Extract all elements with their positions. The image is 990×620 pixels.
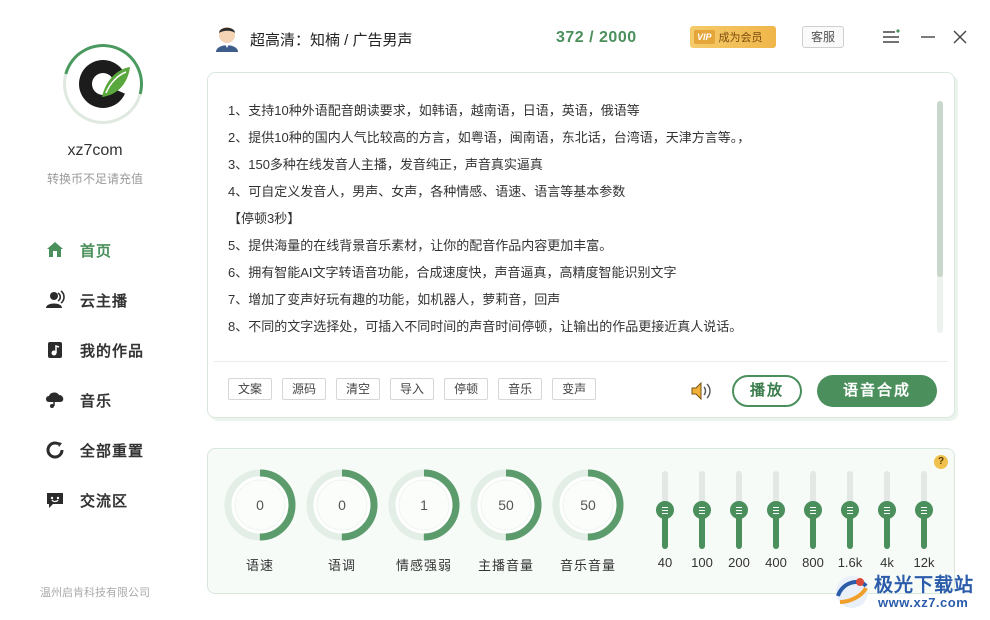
eq-thumb[interactable]: [878, 501, 896, 519]
speaker-icon[interactable]: [690, 380, 714, 402]
pause-marker[interactable]: 【停顿3秒】: [228, 205, 928, 232]
pause-button[interactable]: 停顿: [444, 378, 489, 400]
vip-label: 成为会员: [718, 32, 763, 44]
watermark-title: 极光下载站: [874, 575, 975, 596]
vip-button[interactable]: VIP 成为会员: [690, 26, 776, 48]
knob-label: 语速: [245, 558, 274, 573]
sidebar-item-label: 交流区: [80, 492, 129, 510]
sidebar-item-music[interactable]: 音乐: [44, 386, 144, 414]
text-line[interactable]: 2、提供10种的国内人气比较高的方言，如粤语，闽南语，东北话，台湾语，天津方言等…: [228, 124, 928, 151]
text-line[interactable]: 1、支持10种外语配音朗读要求，如韩语，越南语，日语，英语，俄语等: [228, 97, 928, 124]
knob-value: 50: [580, 497, 596, 513]
editor-scrollbar[interactable]: [937, 101, 943, 333]
text-line[interactable]: 8、不同的文字选择处，可插入不同时间的声音时间停顿，让输出的作品更接近真人说话。: [228, 313, 928, 340]
voice-change-button[interactable]: 变声: [552, 378, 597, 400]
eq-slider[interactable]: 800: [796, 471, 830, 587]
eq-frequency-label: 400: [765, 555, 787, 570]
editor-divider: [214, 361, 948, 362]
music-button[interactable]: 音乐: [498, 378, 543, 400]
menu-icon[interactable]: [882, 28, 900, 46]
play-button[interactable]: 播放: [732, 375, 802, 407]
vip-badge-icon: VIP: [694, 30, 715, 44]
text-editor-panel: 1、支持10种外语配音朗读要求，如韩语，越南语，日语，英语，俄语等 2、提供10…: [207, 72, 955, 418]
chat-icon: [44, 489, 66, 511]
sidebar-item-label: 我的作品: [80, 342, 145, 360]
anchor-user-icon: [44, 289, 66, 311]
eq-frequency-label: 100: [691, 555, 713, 570]
brand-name: xz7com: [67, 142, 123, 159]
watermark-logo-icon: [836, 576, 868, 608]
help-icon[interactable]: ?: [934, 455, 948, 469]
knob-value: 50: [498, 497, 514, 513]
text-line[interactable]: 6、拥有智能AI文字转语音功能，合成速度快，声音逼真，高精度智能识别文字: [228, 259, 928, 286]
clear-button[interactable]: 清空: [336, 378, 381, 400]
anchor-avatar[interactable]: [214, 24, 240, 52]
text-line[interactable]: 4、可自定义发音人，男声、女声，各种情感、语速、语言等基本参数: [228, 178, 928, 205]
eq-slider[interactable]: 100: [685, 471, 719, 587]
knob-dial[interactable]: 0: [306, 469, 378, 541]
eq-slider[interactable]: 400: [759, 471, 793, 587]
eq-thumb[interactable]: [767, 501, 785, 519]
eq-slider[interactable]: 200: [722, 471, 756, 587]
import-button[interactable]: 导入: [390, 378, 435, 400]
sidebar-item-label: 首页: [80, 242, 113, 260]
knob-value: 1: [420, 497, 428, 513]
editor-toolbar: 文案 源码 清空 导入 停顿 音乐 变声: [228, 378, 606, 400]
eq-thumb[interactable]: [804, 501, 822, 519]
minimize-icon[interactable]: [919, 28, 937, 46]
knob-dial[interactable]: 50: [470, 469, 542, 541]
current-voice[interactable]: 超高清：知楠 / 广告男声: [250, 29, 413, 50]
eq-slider[interactable]: 40: [648, 471, 682, 587]
eq-thumb[interactable]: [656, 501, 674, 519]
knob-label: 情感强弱: [395, 558, 452, 573]
eq-frequency-label: 800: [802, 555, 824, 570]
works-icon: [44, 339, 66, 361]
source-code-button[interactable]: 源码: [282, 378, 327, 400]
sidebar-item-label: 云主播: [80, 292, 129, 310]
home-icon: [44, 239, 66, 261]
header: 超高清：知楠 / 广告男声 372 / 2000 VIP 成为会员 客服: [190, 0, 990, 70]
eq-thumb[interactable]: [693, 501, 711, 519]
eq-frequency-label: 40: [657, 555, 673, 570]
sidebar-nav: 首页 云主播 我的作品 音乐 全部重置 交流区: [44, 236, 144, 536]
sidebar-item-reset-all[interactable]: 全部重置: [44, 436, 144, 464]
sidebar: xz7com 转换币不足请充值 首页 云主播 我的作品 音乐 全部重置 交流区 …: [0, 0, 190, 620]
reset-icon: [44, 439, 66, 461]
knob-label: 语调: [327, 558, 356, 573]
sidebar-item-label: 音乐: [80, 392, 113, 410]
sidebar-item-cloud-anchor[interactable]: 云主播: [44, 286, 144, 314]
company-name: 温州启肯科技有限公司: [40, 587, 150, 599]
eq-frequency-label: 200: [728, 555, 750, 570]
text-line[interactable]: 3、150多种在线发音人主播，发音纯正，声音真实逼真: [228, 151, 928, 178]
eq-thumb[interactable]: [915, 501, 933, 519]
knob-dial[interactable]: 1: [388, 469, 460, 541]
eq-thumb[interactable]: [730, 501, 748, 519]
music-cloud-icon: [44, 389, 66, 411]
knob-label: 音乐音量: [559, 558, 616, 573]
sidebar-item-label: 全部重置: [80, 442, 145, 460]
balance-hint[interactable]: 转换币不足请充值: [0, 170, 190, 187]
close-icon[interactable]: [951, 28, 969, 46]
sidebar-item-home[interactable]: 首页: [44, 236, 144, 264]
knob-dial[interactable]: 50: [552, 469, 624, 541]
app-logo-icon: [72, 53, 134, 115]
knob-label: 主播音量: [477, 558, 534, 573]
text-line[interactable]: 7、增加了变声好玩有趣的功能，如机器人，萝莉音，回声: [228, 286, 928, 313]
watermark-url: www.xz7.com: [878, 595, 969, 610]
eq-thumb[interactable]: [841, 501, 859, 519]
text-editor[interactable]: 1、支持10种外语配音朗读要求，如韩语，越南语，日语，英语，俄语等 2、提供10…: [228, 97, 928, 340]
text-line[interactable]: 5、提供海量的在线背景音乐素材，让你的配音作品内容更加丰富。: [228, 232, 928, 259]
sidebar-item-my-works[interactable]: 我的作品: [44, 336, 144, 364]
synthesize-button[interactable]: 语音合成: [817, 375, 937, 407]
knob-value: 0: [256, 497, 264, 513]
char-counter: 372 / 2000: [556, 29, 637, 46]
knob-dial[interactable]: 0: [224, 469, 296, 541]
customer-service-button[interactable]: 客服: [802, 26, 844, 48]
copywriting-button[interactable]: 文案: [228, 378, 273, 400]
knob-value: 0: [338, 497, 346, 513]
sidebar-item-community[interactable]: 交流区: [44, 486, 144, 514]
watermark: 极光下载站 www.xz7.com: [832, 568, 990, 616]
editor-scrollbar-thumb[interactable]: [937, 101, 943, 277]
